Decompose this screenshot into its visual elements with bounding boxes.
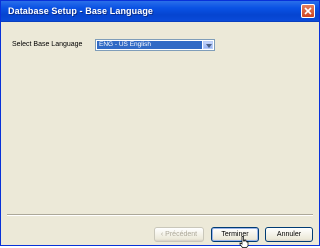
title-bar[interactable]: Database Setup - Base Language [1,1,319,22]
close-button[interactable] [301,4,315,18]
dialog-content: Select Base Language ENG - US English ‹ … [1,22,319,248]
cancel-button[interactable]: Annuler [265,227,313,242]
finish-button[interactable]: Terminer [211,227,259,242]
base-language-value: ENG - US English [97,41,202,49]
base-language-select[interactable]: ENG - US English [95,39,215,51]
dropdown-button[interactable] [203,41,213,49]
previous-button[interactable]: ‹ Précédent [154,227,204,242]
base-language-label: Select Base Language [12,41,83,48]
chevron-down-icon [206,44,212,48]
hand-cursor-icon [239,236,249,248]
close-icon [304,7,312,15]
window-title: Database Setup - Base Language [8,6,154,16]
footer-divider [7,214,313,216]
dialog-window: Database Setup - Base Language Select Ba… [0,0,320,248]
